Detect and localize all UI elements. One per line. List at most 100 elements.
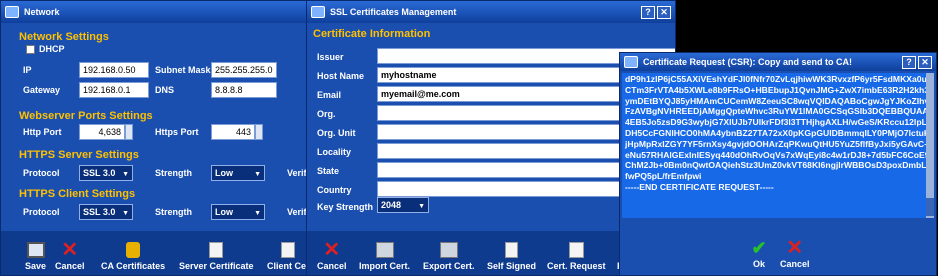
csr-window: Certificate Request (CSR): Copy and send… xyxy=(619,52,937,276)
ssl-cancel-button[interactable]: ✕ Cancel xyxy=(317,239,347,271)
export-cert-button[interactable]: Export Cert. xyxy=(423,242,475,271)
webserver-ports-heading: Webserver Ports Settings xyxy=(19,110,153,122)
client-verify-label: Verif xyxy=(287,207,307,217)
csr-scrollbar[interactable] xyxy=(926,73,934,218)
document-icon xyxy=(505,242,518,258)
certificate-window-icon xyxy=(311,6,325,18)
dns-input[interactable]: 8.8.8.8 xyxy=(211,82,277,98)
network-titlebar[interactable]: Network xyxy=(1,1,311,23)
client-strength-select[interactable]: Low ▼ xyxy=(211,204,265,220)
server-strength-value: Low xyxy=(215,168,233,178)
close-icon[interactable]: ✕ xyxy=(657,5,671,19)
certificate-icon xyxy=(209,242,224,258)
csr-line: jHpMpRxIZGY7YF5rnXsy4gvjdOOHArZqPKwuQtHU… xyxy=(625,138,926,149)
client-certificate-button[interactable]: Client Cer xyxy=(267,242,310,271)
chevron-down-icon: ▼ xyxy=(254,171,261,178)
csr-line: FzAVBgNVHREEDjAMggQpteWhvc3RuYW1lMA0GCSq… xyxy=(625,106,926,117)
key-strength-value: 2048 xyxy=(381,200,402,210)
csr-line: dP9h1zIP6jC55AXiVEshYdFJl0fNfr70ZvLqjhiw… xyxy=(625,74,926,84)
http-port-label: Http Port xyxy=(23,127,62,137)
network-title: Network xyxy=(24,7,60,17)
csr-cancel-button[interactable]: ✕ Cancel xyxy=(780,237,810,269)
help-icon[interactable]: ? xyxy=(902,55,916,69)
client-protocol-select[interactable]: SSL 3.0 ▼ xyxy=(79,204,133,220)
server-strength-select[interactable]: Low ▼ xyxy=(211,165,265,181)
org-unit-label: Org. Unit xyxy=(317,128,356,138)
csr-title: Certificate Request (CSR): Copy and send… xyxy=(643,57,853,67)
ca-certificates-button[interactable]: CA Certificates xyxy=(101,242,165,271)
ssl-titlebar[interactable]: SSL Certificates Management ? ✕ xyxy=(307,1,675,23)
self-signed-button[interactable]: Self Signed xyxy=(487,242,536,271)
gateway-input[interactable]: 192.168.0.1 xyxy=(79,82,149,98)
network-window: Network Network Settings DHCP IP 192.168… xyxy=(0,0,312,276)
csr-line: eNu57RHAlGExInlESyq440dOhRvOqVs7xWqEyi8c… xyxy=(625,149,926,160)
key-strength-label: Key Strength xyxy=(317,202,374,212)
network-settings-heading: Network Settings xyxy=(19,31,109,43)
server-verify-label: Verif xyxy=(287,168,307,178)
csr-line: DH5CcFGNlHCO0hMA4ybnBZ27TA72xX0pKGpGUIDB… xyxy=(625,127,926,138)
server-protocol-label: Protocol xyxy=(23,168,60,178)
close-icon: ✕ xyxy=(786,237,804,259)
issuer-label: Issuer xyxy=(317,52,344,62)
csr-line: CTm3FrVTA4b5XWLe8b9FRsO+HBEbupJ1QvnJMG+Z… xyxy=(625,84,926,95)
ip-input[interactable]: 192.168.0.50 xyxy=(79,62,149,78)
certificate-window-icon xyxy=(624,56,638,68)
chevron-down-icon: ▼ xyxy=(418,203,425,210)
state-label: State xyxy=(317,166,340,176)
server-certificate-button[interactable]: Server Certificate xyxy=(179,242,254,271)
save-button[interactable]: Save xyxy=(25,242,46,271)
network-icon xyxy=(5,6,19,18)
country-label: Country xyxy=(317,185,352,195)
cert-request-button[interactable]: Cert. Request xyxy=(547,242,606,271)
server-protocol-select[interactable]: SSL 3.0 ▼ xyxy=(79,165,133,181)
https-port-input[interactable]: 443 xyxy=(211,124,255,140)
close-icon[interactable]: ✕ xyxy=(918,55,932,69)
import-cert-button[interactable]: Import Cert. xyxy=(359,242,410,271)
certificate-icon xyxy=(281,242,296,258)
close-icon: ✕ xyxy=(323,239,341,261)
https-port-label: Https Port xyxy=(155,127,199,137)
http-port-input[interactable]: 4,638 xyxy=(79,124,125,140)
csr-line: fwPQ5pL/frEmfpwi xyxy=(625,171,702,182)
import-icon xyxy=(375,242,394,258)
dhcp-label: DHCP xyxy=(39,44,65,54)
subnet-label: Subnet Mask xyxy=(155,65,211,75)
checkmark-icon: ✔ xyxy=(751,238,767,258)
https-port-spinner[interactable] xyxy=(255,124,263,140)
org-label: Org. xyxy=(317,109,336,119)
csr-end-line: -----END CERTIFICATE REQUEST----- xyxy=(625,181,774,192)
server-strength-label: Strength xyxy=(155,168,192,178)
email-label: Email xyxy=(317,90,342,100)
key-strength-select[interactable]: 2048 ▼ xyxy=(377,197,429,213)
cancel-button[interactable]: ✕ Cancel xyxy=(55,239,85,271)
floppy-disk-icon xyxy=(26,242,45,258)
locality-label: Locality xyxy=(317,147,352,157)
client-strength-value: Low xyxy=(215,207,233,217)
close-icon: ✕ xyxy=(61,239,79,261)
csr-line: 4EB5Jo5zsD9G3wybjG7XlUJb7UlkrFDf3l3TTHjh… xyxy=(625,117,926,128)
csr-textarea[interactable]: dP9h1zIP6jC55AXiVEshYdFJl0fNfr70ZvLqjhiw… xyxy=(622,73,926,218)
csr-line: ymDEtBYQJ85yHMAmCUCemW8ZeeuSC8wqVQIDAQAB… xyxy=(625,95,926,106)
subnet-input[interactable]: 255.255.255.0 xyxy=(211,62,277,78)
http-port-spinner[interactable] xyxy=(125,124,133,140)
certificate-info-heading: Certificate Information xyxy=(313,28,431,40)
ssl-title: SSL Certificates Management xyxy=(330,7,457,17)
gateway-label: Gateway xyxy=(23,85,61,95)
network-toolbar: Save ✕ Cancel CA Certificates Server Cer… xyxy=(1,231,311,275)
ip-label: IP xyxy=(23,65,32,75)
csr-titlebar[interactable]: Certificate Request (CSR): Copy and send… xyxy=(620,53,936,71)
export-icon xyxy=(439,242,458,258)
dns-label: DNS xyxy=(155,85,175,95)
chevron-down-icon: ▼ xyxy=(254,210,261,217)
chevron-down-icon: ▼ xyxy=(122,210,129,217)
dhcp-checkbox[interactable] xyxy=(26,45,35,54)
server-protocol-value: SSL 3.0 xyxy=(83,168,116,178)
csr-line: ChM2Jb+0Bm0nQwtOAQiehStz3UmZ0vkVT68Kl6ng… xyxy=(625,160,926,171)
host-name-label: Host Name xyxy=(317,71,365,81)
lock-icon xyxy=(126,242,141,258)
https-client-heading: HTTPS Client Settings xyxy=(19,188,136,200)
csr-scroll-thumb[interactable] xyxy=(926,198,934,216)
help-icon[interactable]: ? xyxy=(641,5,655,19)
csr-ok-button[interactable]: ✔ Ok xyxy=(750,238,768,269)
https-server-heading: HTTPS Server Settings xyxy=(19,149,139,161)
